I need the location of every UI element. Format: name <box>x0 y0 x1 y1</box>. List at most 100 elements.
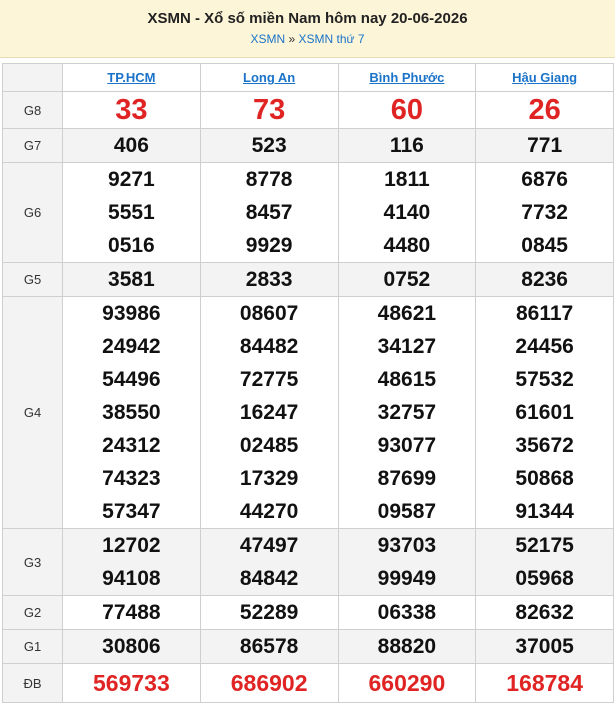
result-number: 0516 <box>108 234 155 257</box>
province-link[interactable]: TP.HCM <box>107 70 155 85</box>
province-header-tphcm[interactable]: TP.HCM <box>62 63 201 92</box>
province-header-longan[interactable]: Long An <box>199 63 339 92</box>
page-header: XSMN - Xổ số miền Nam hôm nay 20-06-2026… <box>0 0 615 58</box>
result-number: 34127 <box>377 335 437 358</box>
province-header-haugiang[interactable]: Hậu Giang <box>475 63 614 92</box>
result-number: 77488 <box>102 601 161 624</box>
result-cell: 3581 <box>62 262 201 297</box>
result-cell: 523 <box>199 128 339 163</box>
result-number: 17329 <box>239 467 299 490</box>
result-cell: 569733 <box>62 663 201 703</box>
prize-row: G1 30806 86578 88820 37005 <box>2 629 614 664</box>
result-cell: 26 <box>475 91 614 129</box>
result-number: 02485 <box>239 434 299 457</box>
results-table: TP.HCM Long An Bình Phước Hậu Giang G8 33… <box>2 63 614 703</box>
result-number: 0845 <box>521 234 568 257</box>
result-number: 74323 <box>102 467 161 490</box>
result-cell: 06338 <box>337 595 477 630</box>
province-link[interactable]: Long An <box>243 70 295 85</box>
page-title: XSMN - Xổ số miền Nam hôm nay 20-06-2026 <box>147 10 468 27</box>
result-cell: 93986 24942 54496 38550 24312 74323 57347 <box>62 296 201 529</box>
result-number: 93986 <box>102 302 161 325</box>
result-number: 9929 <box>245 234 293 257</box>
result-number: 0752 <box>383 268 431 291</box>
result-number: 12702 <box>102 534 161 557</box>
result-number: 523 <box>251 134 287 157</box>
result-cell: 52289 <box>199 595 339 630</box>
result-number: 771 <box>527 134 563 157</box>
result-cell: 660290 <box>337 663 477 703</box>
prize-label: G2 <box>2 595 63 630</box>
result-number: 57347 <box>102 500 161 523</box>
province-link[interactable]: Bình Phước <box>369 70 444 85</box>
result-cell: 6876 7732 0845 <box>475 162 614 263</box>
result-number: 52175 <box>515 534 574 557</box>
result-cell: 82632 <box>475 595 614 630</box>
result-cell: 2833 <box>199 262 339 297</box>
breadcrumb-xsmn-thu7-link[interactable]: XSMN thứ 7 <box>298 32 364 46</box>
result-number: 16247 <box>239 401 299 424</box>
result-cell: 771 <box>475 128 614 163</box>
result-number: 84842 <box>239 567 299 590</box>
result-number: 06338 <box>377 601 437 624</box>
result-number: 24942 <box>102 335 161 358</box>
province-link[interactable]: Hậu Giang <box>512 70 577 85</box>
result-number: 99949 <box>377 567 437 590</box>
result-number: 660290 <box>368 670 446 696</box>
result-number: 30806 <box>102 635 161 658</box>
result-cell: 30806 <box>62 629 201 664</box>
result-number: 37005 <box>515 635 574 658</box>
result-number: 406 <box>113 134 149 157</box>
result-cell: 0752 <box>337 262 477 297</box>
result-number: 33 <box>115 94 148 126</box>
result-number: 38550 <box>102 401 161 424</box>
breadcrumb: XSMN » XSMN thứ 7 <box>0 31 615 47</box>
result-number: 57532 <box>515 368 574 391</box>
result-cell: 48621 34127 48615 32757 93077 87699 09587 <box>337 296 477 529</box>
result-number: 61601 <box>515 401 574 424</box>
prize-label: G5 <box>2 262 63 297</box>
result-cell: 116 <box>337 128 477 163</box>
result-number: 8236 <box>521 268 568 291</box>
breadcrumb-separator: » <box>288 32 296 46</box>
result-number: 94108 <box>102 567 161 590</box>
prize-row: G6 9271 5551 0516 8778 8457 9929 1811 4140 4480 68… <box>2 162 614 263</box>
result-number: 54496 <box>102 368 161 391</box>
prize-row: G7 406 523 116 771 <box>2 128 614 163</box>
result-number: 24456 <box>515 335 574 358</box>
result-number: 91344 <box>515 500 574 523</box>
result-cell: 88820 <box>337 629 477 664</box>
result-number: 82632 <box>515 601 574 624</box>
result-number: 116 <box>389 134 424 157</box>
result-cell: 8778 8457 9929 <box>199 162 339 263</box>
result-cell: 8236 <box>475 262 614 297</box>
breadcrumb-xsmn-link[interactable]: XSMN <box>250 32 285 46</box>
result-number: 93077 <box>377 434 437 457</box>
result-number: 7732 <box>521 201 568 224</box>
result-number: 87699 <box>377 467 437 490</box>
result-number: 26 <box>528 94 561 126</box>
result-number: 8778 <box>245 168 293 191</box>
result-cell: 9271 5551 0516 <box>62 162 201 263</box>
result-cell: 686902 <box>199 663 339 703</box>
result-number: 86578 <box>239 635 299 658</box>
result-cell: 73 <box>199 91 339 129</box>
prize-label: G6 <box>2 162 63 263</box>
prize-row: ĐB 569733 686902 660290 168784 <box>2 663 614 703</box>
result-number: 09587 <box>377 500 437 523</box>
province-header-binhphuoc[interactable]: Bình Phước <box>337 63 477 92</box>
result-cell: 86578 <box>199 629 339 664</box>
prize-row: G8 33 73 60 26 <box>2 91 614 129</box>
result-cell: 47497 84842 <box>199 528 339 596</box>
result-number: 93703 <box>377 534 437 557</box>
result-number: 05968 <box>515 567 574 590</box>
prize-label: G3 <box>2 528 63 596</box>
result-number: 5551 <box>108 201 155 224</box>
prize-row: G2 77488 52289 06338 82632 <box>2 595 614 630</box>
prize-label: G7 <box>2 128 63 163</box>
result-number: 32757 <box>377 401 437 424</box>
result-number: 44270 <box>239 500 299 523</box>
result-number: 50868 <box>515 467 574 490</box>
result-cell: 60 <box>337 91 477 129</box>
result-number: 168784 <box>506 670 583 696</box>
